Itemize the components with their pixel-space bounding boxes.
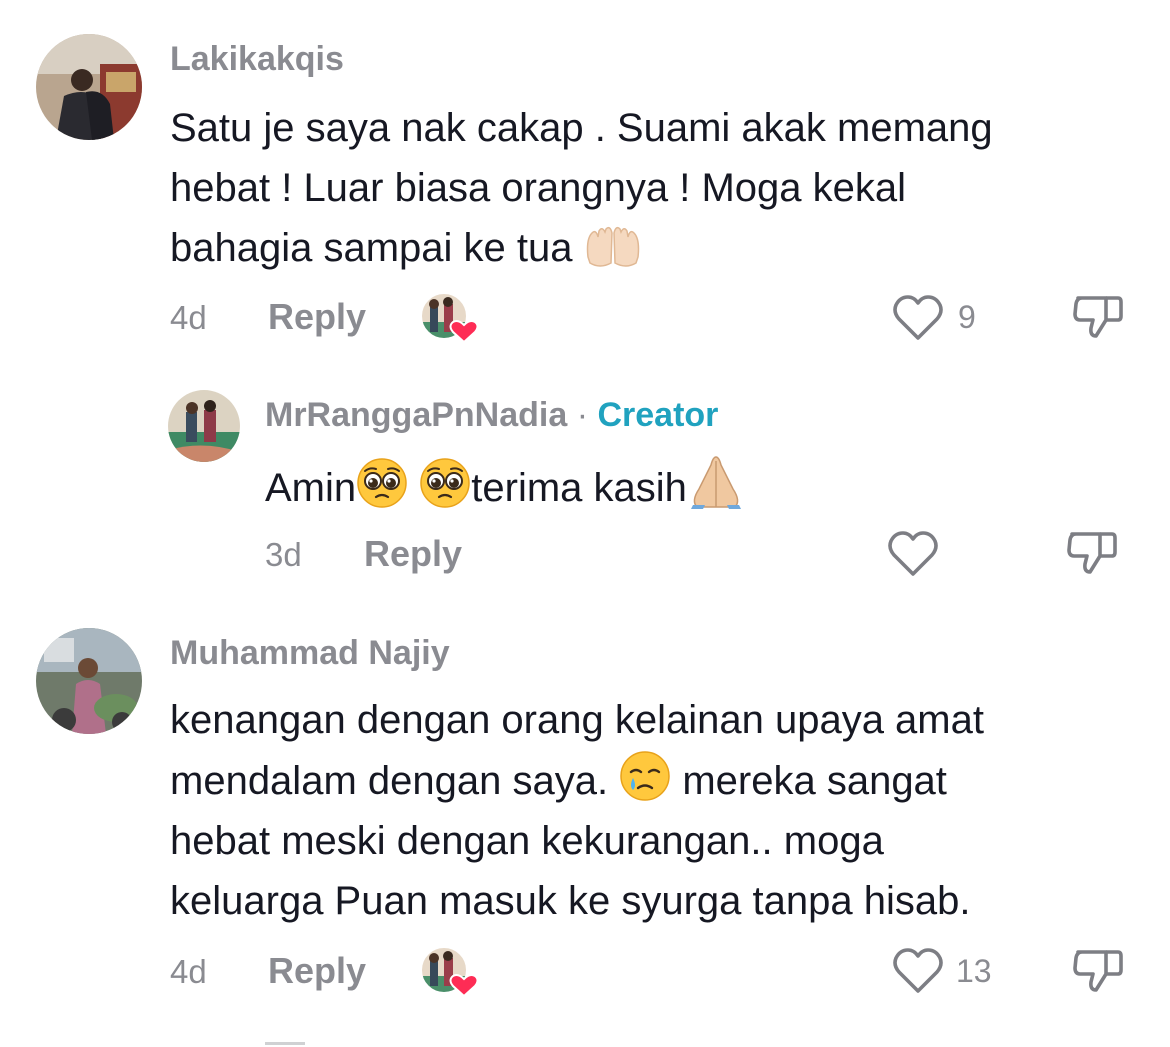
comment-text-line: Satu je saya nak cakap . Suami akak mema… xyxy=(170,106,993,150)
creator-badge: Creator xyxy=(597,396,719,434)
separator-dot: · xyxy=(567,396,598,434)
comment-text-line: keluarga Puan masuk ke syurga tanpa hisa… xyxy=(170,879,971,923)
crying-face-emoji-icon xyxy=(619,750,671,802)
like-count: 9 xyxy=(958,299,976,335)
heart-outline-icon xyxy=(893,295,943,340)
dislike-button[interactable] xyxy=(1072,292,1124,342)
like-button[interactable] xyxy=(892,294,944,342)
avatar[interactable] xyxy=(168,390,240,462)
comment-username[interactable]: MrRanggaPnNadia xyxy=(265,396,567,434)
comment-text: kenangan dengan orang kelainan upaya ama… xyxy=(170,690,984,931)
comment-timestamp: 4d xyxy=(170,953,207,990)
reply-button[interactable]: Reply xyxy=(268,950,366,992)
comment-text-line: bahagia sampai ke tua xyxy=(170,226,573,270)
creator-liked-heart-icon xyxy=(420,946,480,998)
comment-username[interactable]: Muhammad Najiy xyxy=(170,634,450,673)
like-button[interactable] xyxy=(887,530,939,578)
comment-text-line: kenangan dengan orang kelainan upaya ama… xyxy=(170,698,984,742)
comment-text-line: hebat ! Luar biasa orangnya ! Moga kekal xyxy=(170,166,907,210)
thumbs-down-icon xyxy=(1073,296,1123,338)
comment-text-line-with-emoji: bahagia sampai ke tua xyxy=(170,218,993,278)
heart-outline-icon xyxy=(893,948,943,993)
comment-text-line: mendalam dengan saya. xyxy=(170,759,609,803)
comment-text-line: mereka sangat xyxy=(682,759,947,803)
reply-button[interactable]: Reply xyxy=(268,296,366,338)
reply-header: MrRanggaPnNadia · Creator xyxy=(265,396,718,435)
comment-text: Satu je saya nak cakap . Suami akak mema… xyxy=(170,98,993,278)
comment-text-line: hebat meski dengan kekurangan.. moga xyxy=(170,819,884,863)
thumbs-down-icon xyxy=(1073,950,1123,992)
creator-liked-heart-icon xyxy=(420,292,480,344)
comment-timestamp: 4d xyxy=(170,299,207,336)
comment-text-segment: terima kasih xyxy=(471,466,687,510)
comment-text-segment: Amin xyxy=(265,466,357,510)
comment-text-line-with-emoji: mendalam dengan saya. mereka sangat xyxy=(170,750,984,811)
avatar[interactable] xyxy=(36,34,142,140)
raising-hands-emoji-icon xyxy=(584,223,642,269)
heart-outline-icon xyxy=(888,531,938,576)
reply-button[interactable]: Reply xyxy=(364,533,462,575)
like-count: 13 xyxy=(956,953,992,989)
view-more-replies-divider xyxy=(265,1042,305,1045)
like-button[interactable] xyxy=(892,947,944,995)
pleading-face-emoji-icon xyxy=(356,457,408,509)
comment-text: Amin terima kasih xyxy=(265,453,745,518)
folded-hands-emoji-icon xyxy=(687,453,745,509)
pleading-face-emoji-icon xyxy=(419,457,471,509)
comment-timestamp: 3d xyxy=(265,536,302,573)
dislike-button[interactable] xyxy=(1066,528,1118,578)
comment-username[interactable]: Lakikakqis xyxy=(170,40,344,79)
avatar[interactable] xyxy=(36,628,142,734)
thumbs-down-icon xyxy=(1067,532,1117,574)
dislike-button[interactable] xyxy=(1072,946,1124,996)
